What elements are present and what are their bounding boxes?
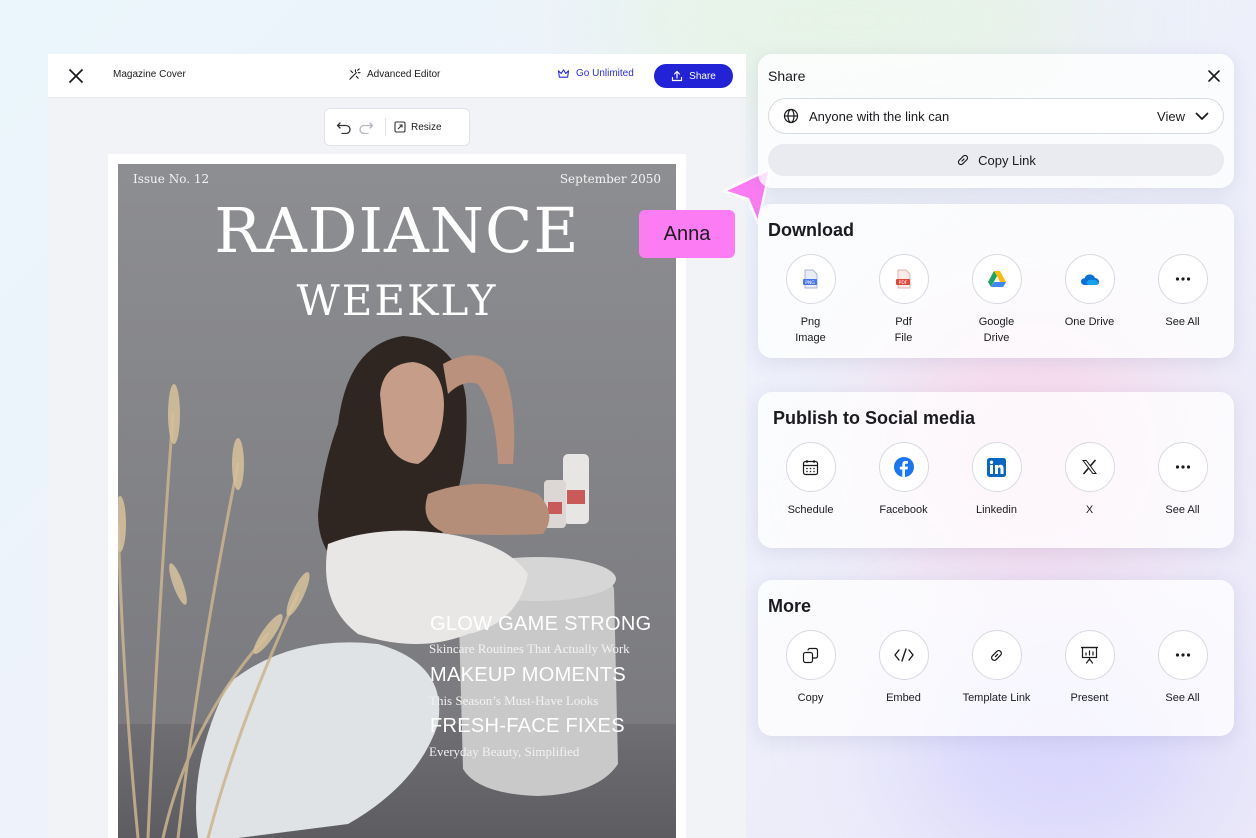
copy-label: Copy bbox=[797, 692, 824, 704]
code-icon bbox=[893, 648, 914, 662]
cover-headline: MAKEUP MOMENTS bbox=[430, 664, 627, 686]
pdf-file-icon: PDF bbox=[895, 269, 910, 289]
link-permission-dropdown[interactable]: Anyone with the link can View bbox=[768, 98, 1224, 134]
magazine-cover[interactable]: Issue No. 12 September 2050 RADIANCE WEE… bbox=[118, 164, 676, 838]
more-panel: More Copy Embed Template Link Present Se… bbox=[758, 580, 1234, 736]
calendar-icon bbox=[802, 459, 819, 475]
resize-label: Resize bbox=[411, 121, 442, 133]
link-icon bbox=[991, 649, 1002, 661]
cover-subheadline: Everyday Beauty, Simplified bbox=[429, 744, 580, 759]
chevron-down-icon bbox=[1195, 112, 1209, 120]
more-title: More bbox=[768, 596, 812, 616]
more-icon bbox=[1175, 277, 1190, 281]
editor-topbar: Magazine Cover Advanced Editor Go Unlimi… bbox=[48, 54, 746, 98]
social-media-title: Publish to Social media bbox=[773, 408, 976, 428]
share-button-label: Share bbox=[689, 70, 716, 82]
advanced-editor-button[interactable]: Advanced Editor bbox=[348, 68, 440, 81]
google-drive-button[interactable]: Google Drive bbox=[950, 254, 1043, 346]
facebook-button[interactable]: Facebook bbox=[857, 442, 950, 518]
download-png-button[interactable]: PNG Png Image bbox=[764, 254, 857, 346]
png-file-icon: PNG bbox=[802, 269, 817, 289]
share-panel-title: Share bbox=[768, 68, 806, 84]
social-media-panel: Publish to Social media Schedule Faceboo… bbox=[758, 392, 1234, 548]
download-png-label: Png Image bbox=[795, 316, 826, 344]
facebook-icon bbox=[893, 457, 914, 477]
google-drive-label: Google Drive bbox=[978, 316, 1015, 344]
cover-headline: GLOW GAME STRONG bbox=[430, 613, 652, 635]
onedrive-icon bbox=[1080, 273, 1099, 285]
social-media-options: Schedule Facebook Linkedin X See All bbox=[764, 442, 1229, 518]
download-pdf-button[interactable]: PDF Pdf File bbox=[857, 254, 950, 346]
cover-subheadline: This Season’s Must-Have Looks bbox=[429, 693, 599, 708]
present-label: Present bbox=[1070, 692, 1109, 704]
social-see-all-button[interactable]: See All bbox=[1136, 442, 1229, 518]
present-button[interactable]: Present bbox=[1043, 630, 1136, 706]
cover-subheadline: Skincare Routines That Actually Work bbox=[429, 641, 630, 656]
more-icon bbox=[1175, 653, 1190, 657]
crown-icon bbox=[557, 69, 570, 78]
document-title: Magazine Cover bbox=[113, 69, 186, 80]
copy-button[interactable]: Copy bbox=[764, 630, 857, 706]
download-see-all-label: See All bbox=[1165, 316, 1200, 328]
globe-icon bbox=[783, 108, 799, 124]
collaborator-label: Anna bbox=[639, 210, 735, 258]
copy-icon bbox=[802, 647, 819, 663]
close-icon[interactable] bbox=[1206, 68, 1222, 84]
go-unlimited-label: Go Unlimited bbox=[576, 68, 634, 79]
more-see-all-label: See All bbox=[1165, 692, 1200, 704]
schedule-label: Schedule bbox=[787, 504, 834, 516]
go-unlimited-button[interactable]: Go Unlimited bbox=[557, 68, 634, 79]
editor-window: Magazine Cover Advanced Editor Go Unlimi… bbox=[48, 54, 746, 838]
advanced-editor-label: Advanced Editor bbox=[367, 69, 441, 80]
share-button[interactable]: Share bbox=[654, 64, 733, 88]
cover-issue-number: Issue No. 12 bbox=[133, 172, 210, 186]
more-options: Copy Embed Template Link Present See All bbox=[764, 630, 1229, 706]
undo-icon[interactable] bbox=[333, 116, 355, 138]
download-options: PNG Png Image PDF Pdf File Google Drive … bbox=[764, 254, 1229, 346]
x-icon bbox=[1082, 459, 1097, 475]
present-icon bbox=[1081, 646, 1098, 664]
magic-wand-icon bbox=[349, 68, 361, 80]
copy-link-label: Copy Link bbox=[978, 152, 1036, 168]
svg-text:PDF: PDF bbox=[898, 280, 907, 286]
more-see-all-button[interactable]: See All bbox=[1136, 630, 1229, 706]
svg-text:PNG: PNG bbox=[805, 280, 815, 286]
schedule-button[interactable]: Schedule bbox=[764, 442, 857, 518]
link-icon bbox=[958, 154, 969, 166]
toolbar-divider bbox=[385, 118, 386, 136]
cover-masthead: RADIANCE bbox=[214, 194, 580, 267]
template-link-label: Template Link bbox=[962, 692, 1031, 704]
copy-link-button[interactable]: Copy Link bbox=[768, 144, 1224, 176]
embed-button[interactable]: Embed bbox=[857, 630, 950, 706]
download-panel: Download PNG Png Image PDF Pdf File Goog… bbox=[758, 204, 1234, 358]
redo-icon[interactable] bbox=[355, 116, 377, 138]
embed-label: Embed bbox=[886, 692, 921, 704]
resize-button[interactable]: Resize bbox=[394, 121, 442, 133]
one-drive-label: One Drive bbox=[1064, 316, 1115, 328]
linkedin-icon bbox=[987, 457, 1006, 477]
close-icon[interactable] bbox=[66, 66, 86, 86]
permission-value: View bbox=[1157, 108, 1185, 124]
share-panel: Share Anyone with the link can View Copy… bbox=[758, 54, 1234, 188]
resize-icon bbox=[394, 121, 406, 133]
x-button[interactable]: X bbox=[1043, 442, 1136, 518]
linkedin-button[interactable]: Linkedin bbox=[950, 442, 1043, 518]
template-link-button[interactable]: Template Link bbox=[950, 630, 1043, 706]
cover-masthead-subtitle: WEEKLY bbox=[296, 276, 498, 325]
upload-icon bbox=[672, 70, 683, 82]
permission-label: Anyone with the link can bbox=[809, 108, 950, 124]
linkedin-label: Linkedin bbox=[976, 504, 1017, 516]
canvas-toolbar: Resize bbox=[324, 108, 470, 146]
download-see-all-button[interactable]: See All bbox=[1136, 254, 1229, 346]
x-label: X bbox=[1085, 504, 1094, 516]
google-drive-icon bbox=[987, 271, 1006, 287]
download-title: Download bbox=[768, 220, 854, 240]
one-drive-button[interactable]: One Drive bbox=[1043, 254, 1136, 346]
cover-headline: FRESH-FACE FIXES bbox=[430, 715, 625, 737]
cover-date: September 2050 bbox=[559, 172, 661, 186]
more-icon bbox=[1175, 465, 1190, 469]
download-pdf-label: Pdf File bbox=[894, 316, 913, 344]
social-see-all-label: See All bbox=[1165, 504, 1200, 516]
facebook-label: Facebook bbox=[879, 504, 928, 516]
